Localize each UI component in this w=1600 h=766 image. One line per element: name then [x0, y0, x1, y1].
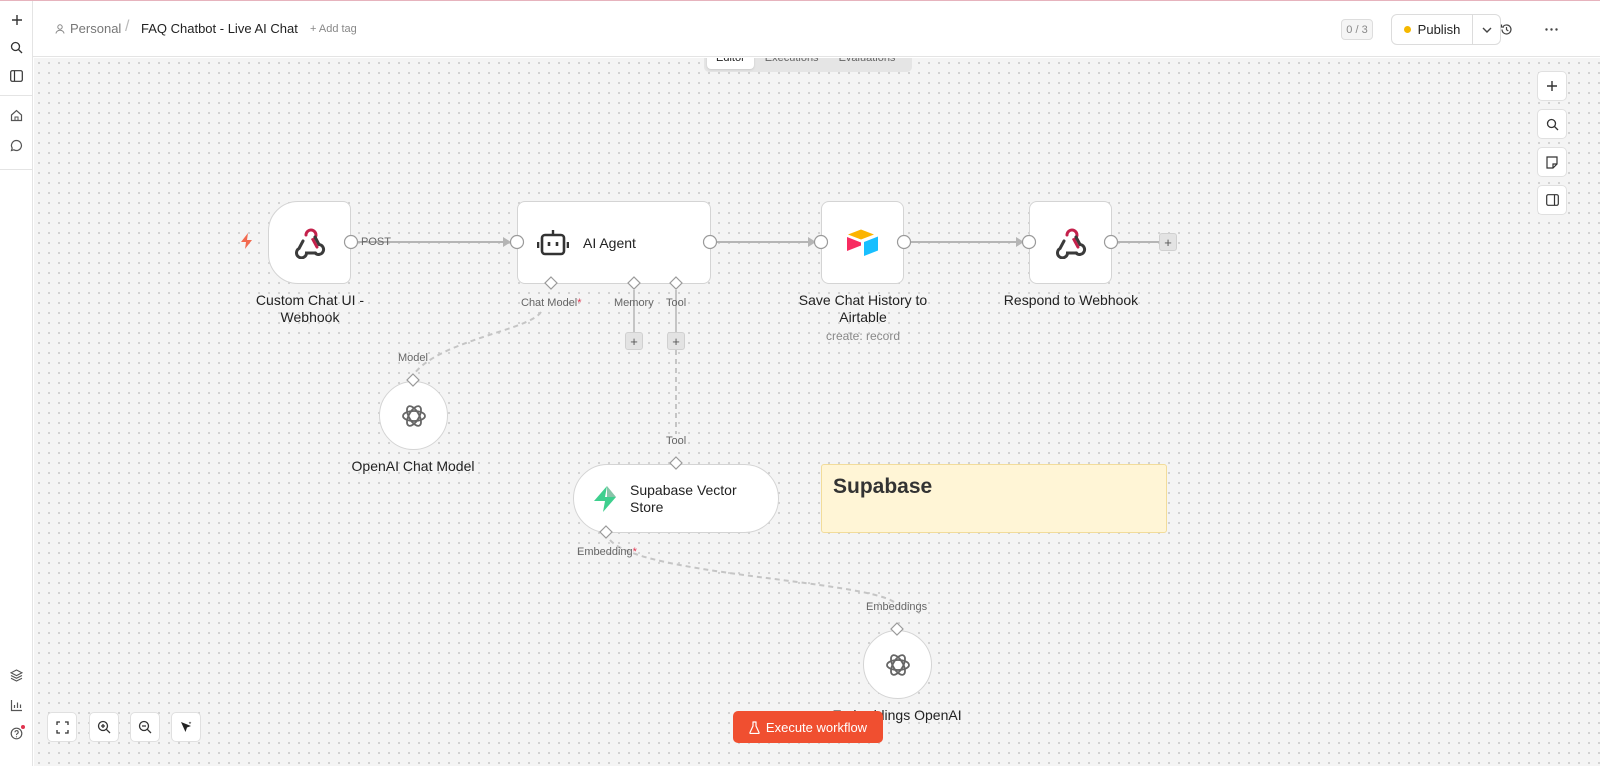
templates-icon[interactable] [6, 665, 27, 686]
node-airtable[interactable] [821, 201, 904, 284]
search-nodes-button[interactable] [1537, 109, 1567, 139]
ai-agent-title: AI Agent [583, 234, 636, 251]
history-icon[interactable] [1495, 18, 1517, 40]
plus-icon[interactable] [6, 9, 27, 30]
embedding-port-text: Embedding [577, 546, 633, 558]
tool-port-label: Tool [666, 297, 687, 309]
fit-view-button[interactable] [47, 712, 77, 742]
vector-store-tool-port-label: Tool [666, 435, 687, 447]
publish-button-group: Publish [1391, 14, 1501, 45]
tidy-up-icon [181, 721, 192, 732]
fit-view-icon [55, 720, 69, 734]
robot-icon [537, 229, 569, 255]
node-webhook-trigger[interactable] [268, 201, 351, 284]
trigger-bolt-icon [241, 233, 252, 249]
node-respond-webhook[interactable] [1029, 201, 1112, 284]
model-port-label: Model [398, 352, 428, 364]
arrow-head [808, 237, 816, 247]
publish-status-dot [1403, 26, 1411, 33]
add-tag-button[interactable]: + Add tag [310, 23, 357, 35]
airtable-subtitle: create: record [825, 329, 901, 343]
execute-workflow-label: Execute workflow [765, 719, 868, 735]
webhook-output-label: POST [361, 236, 391, 248]
vector-store-title: Supabase Vector Store [630, 481, 737, 515]
chat-model-port-label: Chat Model* [521, 297, 582, 309]
openai-icon [885, 653, 910, 676]
sticky-note-title: Supabase [833, 475, 933, 498]
node-embeddings-openai[interactable] [863, 630, 932, 699]
app-root: Personal / FAQ Chatbot - Live AI Chat + … [0, 0, 1600, 766]
add-sticky-button[interactable] [1537, 147, 1567, 177]
airtable-icon [846, 229, 878, 256]
publish-button[interactable]: Publish [1392, 15, 1473, 44]
connection-chatmodel [413, 311, 542, 375]
search-icon[interactable] [6, 37, 27, 58]
openai-chat-model-title: OpenAI Chat Model [351, 458, 475, 474]
breadcrumb-separator: / [125, 18, 130, 35]
embedding-port-label: Embedding* [577, 546, 637, 558]
connection-embedding [609, 539, 895, 603]
breadcrumb-owner[interactable]: Personal [55, 21, 121, 36]
zoom-in-icon [97, 720, 111, 734]
embeddings-port-label: Embeddings [866, 601, 928, 613]
search-icon [1546, 118, 1558, 130]
zoom-in-button[interactable] [89, 712, 119, 742]
insights-icon[interactable] [6, 695, 27, 716]
arrow-head [503, 237, 511, 247]
workflow-canvas[interactable]: Editor Executions Evaluations Execute wo… [34, 58, 1600, 766]
respond-webhook-title: Respond to Webhook [1003, 292, 1139, 308]
connections-layer [357, 237, 1159, 603]
home-icon[interactable] [6, 105, 27, 126]
add-next-node-button[interactable]: + [1159, 233, 1177, 251]
publish-label: Publish [1417, 22, 1461, 37]
header: Personal / FAQ Chatbot - Live AI Chat + … [33, 1, 1600, 57]
production-checklist-counter[interactable]: 0 / 3 [1341, 19, 1373, 40]
webhook-icon [294, 228, 325, 259]
more-options-icon[interactable] [1540, 18, 1562, 40]
add-memory-button[interactable]: + [625, 332, 643, 350]
airtable-title: Save Chat History to Airtable [798, 292, 928, 325]
panel-icon[interactable] [6, 65, 27, 86]
zoom-out-button[interactable] [130, 712, 160, 742]
plus-icon [1547, 81, 1557, 91]
zoom-out-icon [138, 720, 152, 734]
sticky-note[interactable]: Supabase [821, 464, 1167, 533]
add-node-button[interactable] [1537, 71, 1567, 101]
webhook-trigger-title: Custom Chat UI - Webhook [255, 292, 365, 325]
sidebar [0, 1, 33, 766]
node-openai-chat-model[interactable] [379, 381, 448, 450]
supabase-icon [594, 485, 616, 512]
sidebar-divider [0, 169, 33, 170]
flask-icon [749, 720, 760, 734]
openai-icon [401, 404, 426, 427]
toggle-panel-button[interactable] [1537, 185, 1567, 215]
workflow-title[interactable]: FAQ Chatbot - Live AI Chat [141, 21, 298, 36]
arrow-head [1016, 237, 1024, 247]
user-icon [55, 23, 65, 34]
sticky-note-icon [1546, 155, 1558, 169]
tidy-up-button[interactable] [171, 712, 201, 742]
breadcrumb-owner-label: Personal [70, 21, 122, 36]
chat-model-port-text: Chat Model [521, 297, 578, 309]
memory-port-label: Memory [614, 297, 654, 309]
notification-dot [21, 725, 25, 729]
required-marker: * [577, 297, 582, 309]
chat-icon[interactable] [6, 135, 27, 156]
panel-icon [1545, 194, 1559, 206]
execute-workflow-button[interactable]: Execute workflow [733, 711, 883, 743]
webhook-icon [1055, 228, 1086, 259]
required-marker: * [632, 546, 637, 558]
add-tool-button[interactable]: + [667, 332, 685, 350]
node-supabase-vector-store[interactable]: Supabase Vector Store [573, 464, 779, 533]
sidebar-divider [0, 95, 33, 96]
node-ai-agent[interactable]: AI Agent [517, 201, 711, 284]
